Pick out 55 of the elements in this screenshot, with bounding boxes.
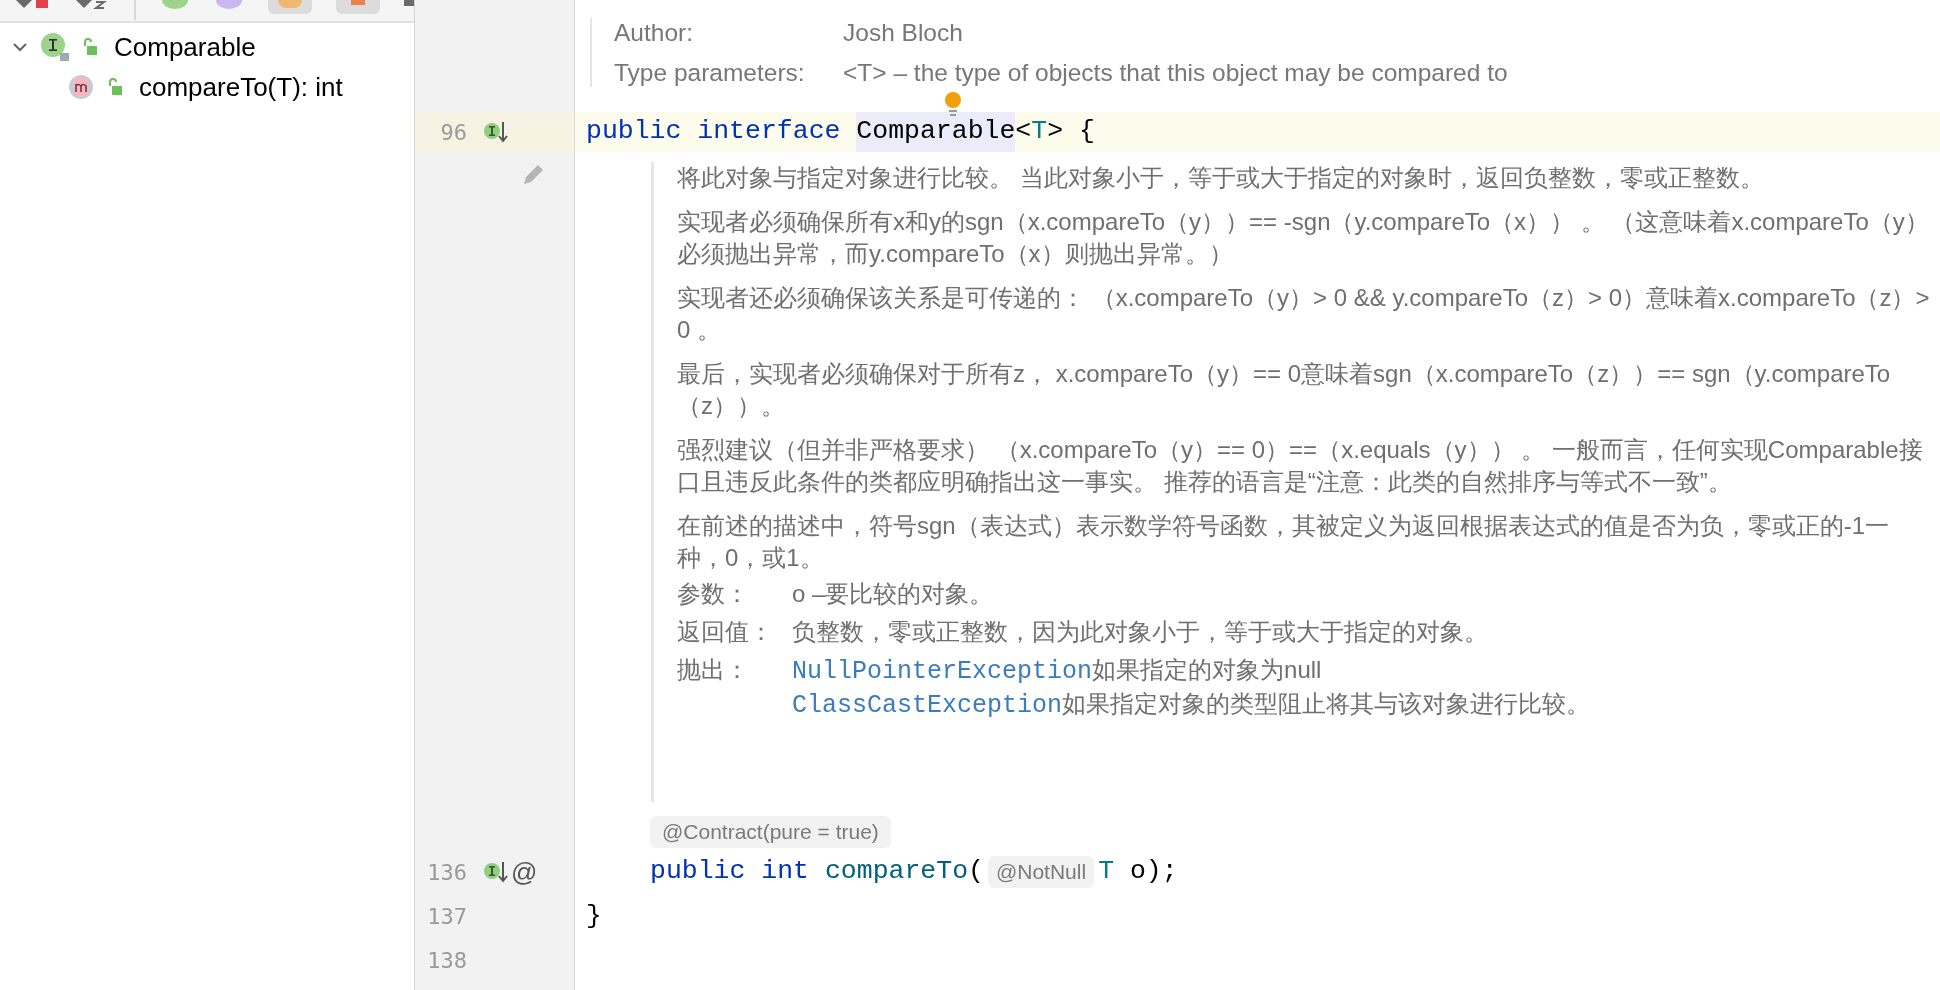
code-token: ( — [968, 855, 984, 889]
doc-value: <T> – the type of objects that this object may be compared to — [843, 58, 1508, 87]
code-token: public — [586, 115, 682, 149]
doc-label: Type parameters: — [614, 58, 806, 87]
implemented-icon[interactable] — [483, 120, 509, 144]
doc-paragraph: 强烈建议（但并非严格要求） （x.compareTo（y）== 0）==（x.equals（y）） 。 一般而言，任何实现Comparable接口且违反此条件的类都应明确指出这一事实。 推荐的语言是“注意：此类的自然排序与等式不一致”。 — [677, 435, 1924, 497]
annotation-hint: @Contract(pure = true) — [650, 816, 891, 848]
annotation-mark[interactable]: @ — [511, 852, 538, 892]
line-number: 136 — [426, 858, 467, 887]
line-number: 138 — [426, 946, 467, 975]
code-token: T — [1098, 855, 1115, 889]
tree-label: compareTo(T): int — [139, 70, 343, 104]
interface-icon — [40, 32, 70, 62]
doc-paragraph: 实现者必须确保所有x和y的sgn（x.compareTo（y））== -sgn（y.compareTo（x）） 。 （这意味着x.compareTo（y）必须抛出异常，而y.compareTo（x）则抛出异常。） — [677, 207, 1930, 269]
class-filter-icon[interactable] — [160, 0, 190, 10]
exception-link[interactable]: NullPointerException — [792, 656, 1093, 688]
doc-text: 负整数，零或正整数，因为此对象小于，等于或大于指定的对象。 — [792, 617, 1488, 647]
code-token: T — [1031, 115, 1048, 149]
code-token: o); — [1128, 855, 1178, 889]
code-token: public — [650, 855, 746, 889]
doc-paragraph: 在前述的描述中，符号sgn（表达式）表示数学符号函数，其被定义为返回根据表达式的值是否为负，零或正的-1一种，0，或1。 — [677, 511, 1891, 573]
code-token: int — [761, 855, 810, 889]
doc-value: Josh Bloch — [843, 18, 963, 47]
doc-paragraph: 将此对象与指定对象进行比较。 当此对象小于，等于或大于指定的对象时，返回负整数，零或正整数。 — [677, 163, 1765, 193]
tree-item[interactable]: compareTo(T): int — [0, 67, 414, 107]
exception-link[interactable]: ClassCastException — [792, 690, 1063, 722]
code-token: interface — [697, 115, 841, 149]
implemented-icon[interactable] — [483, 860, 509, 884]
line-number: 96 — [439, 118, 467, 147]
doc-label: Author: — [614, 18, 694, 47]
doc-paragraph: 最后，实现者必须确保对于所有z， x.compareTo（y）== 0意味着sgn（x.compareTo（z））== sgn（y.compareTo（z））。 — [677, 359, 1892, 421]
doc-paragraph: 实现者还必须确保该关系是可传递的： （x.compareTo（y）> 0 && y.compareTo（z）> 0）意味着x.compareTo（z）> 0 。 — [677, 283, 1931, 345]
field-filter-icon[interactable] — [214, 0, 244, 10]
doc-text: 如果指定的对象为null — [1092, 655, 1322, 685]
method-icon — [67, 73, 95, 101]
line-number: 137 — [426, 902, 467, 931]
unlocked-icon — [82, 38, 98, 56]
doc-label: 返回值： — [677, 617, 774, 647]
code-token: Comparable — [856, 112, 1016, 152]
sort-icon[interactable] — [14, 0, 50, 10]
tree-item[interactable]: Comparable — [0, 27, 414, 67]
doc-text: o –要比较的对象。 — [792, 579, 994, 609]
tree-label: Comparable — [114, 30, 256, 64]
code-token: < — [1015, 115, 1032, 149]
code-line: } — [586, 899, 602, 933]
filter-toggle[interactable] — [336, 0, 380, 14]
doc-label: 参数： — [677, 579, 750, 609]
unlocked-icon — [107, 78, 123, 96]
filter-toggle[interactable] — [268, 0, 312, 14]
code-token: > { — [1047, 115, 1095, 149]
doc-label: 抛出： — [677, 655, 750, 685]
doc-text: 如果指定对象的类型阻止将其与该对象进行比较。 — [1062, 689, 1591, 719]
code-token: compareTo — [824, 855, 969, 889]
lightbulb-icon[interactable] — [943, 91, 963, 117]
inlay-hint: @NotNull — [987, 856, 1095, 888]
